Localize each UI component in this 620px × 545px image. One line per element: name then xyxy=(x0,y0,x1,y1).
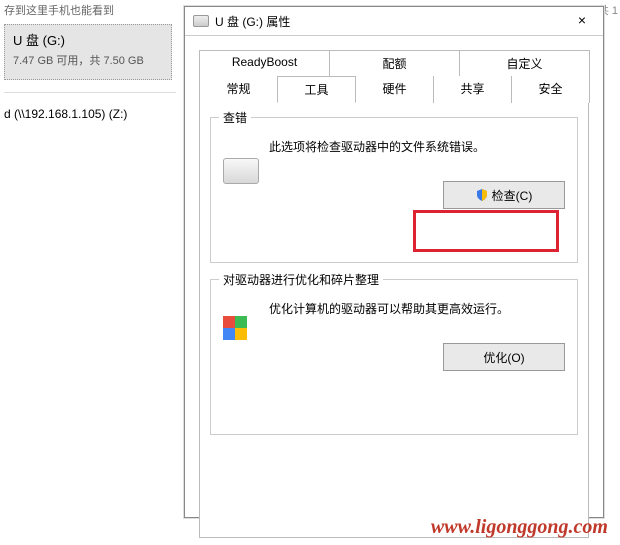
watermark: www.ligonggong.com xyxy=(431,516,608,539)
highlight-box xyxy=(413,210,559,252)
drive-title: U 盘 (G:) xyxy=(13,31,163,51)
network-drive-item[interactable]: d (\\192.168.1.105) (Z:) xyxy=(4,107,172,121)
tab-panel-tools: 查错 此选项将检查驱动器中的文件系统错误。 检查(C) 对驱动器进行优化和碎片整… xyxy=(199,102,589,538)
group-optimize: 对驱动器进行优化和碎片整理 优化计算机的驱动器可以帮助其更高效运行。 优化(O) xyxy=(210,279,578,435)
tab-quota[interactable]: 配额 xyxy=(329,50,460,76)
check-button-label: 检查(C) xyxy=(492,187,533,204)
group-legend-optimize: 对驱动器进行优化和碎片整理 xyxy=(219,271,383,288)
tab-sharing[interactable]: 共享 xyxy=(433,76,512,103)
dialog-title: U 盘 (G:) 属性 xyxy=(215,13,565,30)
shield-icon xyxy=(476,189,488,201)
optimize-button-label: 优化(O) xyxy=(483,349,524,366)
tab-hardware[interactable]: 硬件 xyxy=(355,76,434,103)
group-error-checking: 查错 此选项将检查驱动器中的文件系统错误。 检查(C) xyxy=(210,117,578,263)
defrag-icon xyxy=(223,316,251,344)
explorer-left-pane: U 盘 (G:) 7.47 GB 可用，共 7.50 GB d (\\192.1… xyxy=(0,0,180,545)
tabs: ReadyBoost 配额 自定义 常规 工具 硬件 共享 安全 xyxy=(199,50,589,103)
drive-icon xyxy=(193,15,209,27)
optimize-button[interactable]: 优化(O) xyxy=(443,343,565,371)
check-button[interactable]: 检查(C) xyxy=(443,181,565,209)
group-legend-check: 查错 xyxy=(219,109,251,126)
optimize-description: 优化计算机的驱动器可以帮助其更高效运行。 xyxy=(269,300,565,317)
tab-security[interactable]: 安全 xyxy=(511,76,590,103)
check-description: 此选项将检查驱动器中的文件系统错误。 xyxy=(269,138,565,155)
dialog-titlebar[interactable]: U 盘 (G:) 属性 × xyxy=(185,7,603,36)
close-button[interactable]: × xyxy=(565,10,599,32)
tab-row-1: ReadyBoost 配额 自定义 xyxy=(199,50,589,76)
separator xyxy=(4,92,176,93)
drive-image-icon xyxy=(223,158,259,184)
properties-dialog: U 盘 (G:) 属性 × ReadyBoost 配额 自定义 常规 工具 硬件… xyxy=(184,6,604,518)
tab-customize[interactable]: 自定义 xyxy=(459,50,590,76)
tab-row-2: 常规 工具 硬件 共享 安全 xyxy=(199,76,589,103)
selected-drive[interactable]: U 盘 (G:) 7.47 GB 可用，共 7.50 GB xyxy=(4,24,172,80)
tab-general[interactable]: 常规 xyxy=(199,76,278,103)
tab-tools[interactable]: 工具 xyxy=(277,76,356,103)
drive-capacity: 7.47 GB 可用，共 7.50 GB xyxy=(13,53,163,70)
tab-readyboost[interactable]: ReadyBoost xyxy=(199,50,330,76)
